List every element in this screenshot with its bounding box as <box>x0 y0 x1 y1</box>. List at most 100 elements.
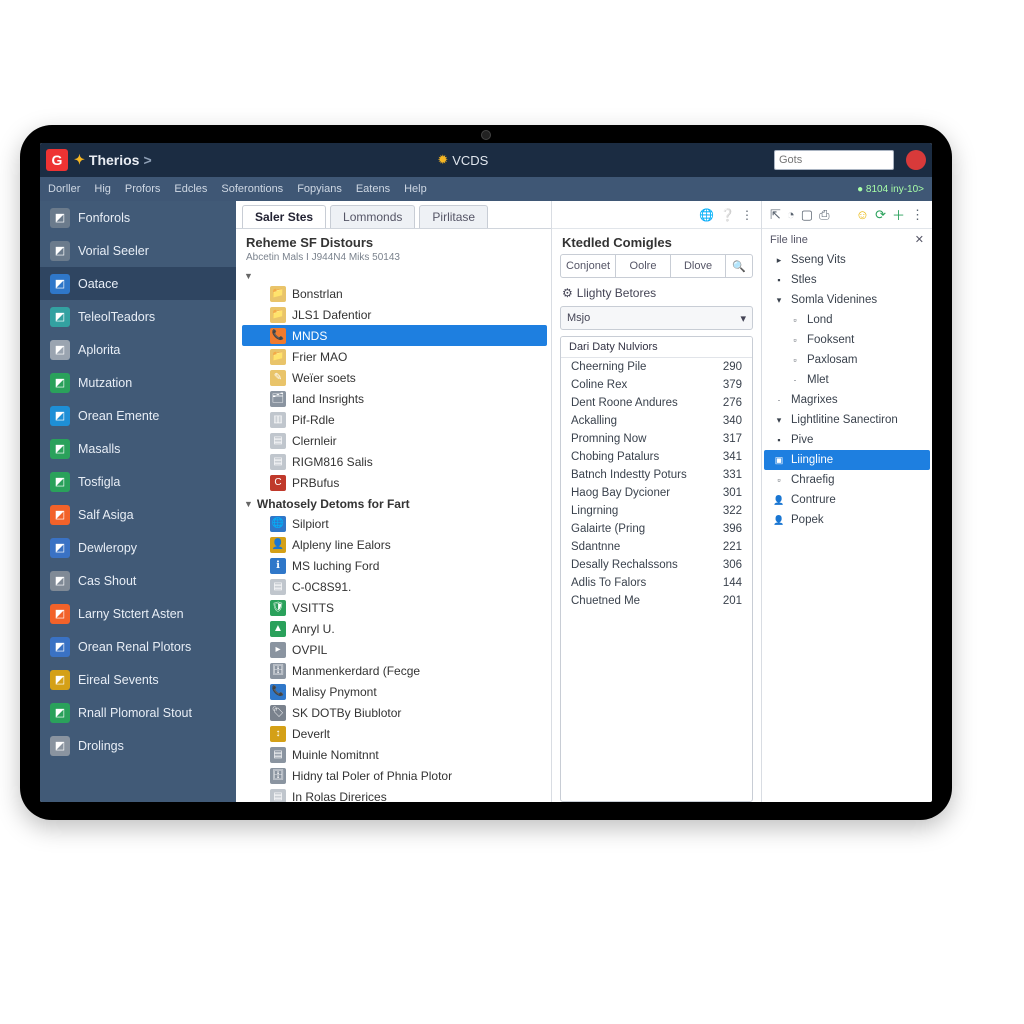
menu-dorller[interactable]: Dorller <box>48 183 80 195</box>
outline-item[interactable]: ▪Pive <box>764 430 930 450</box>
add-icon[interactable]: ＋ <box>892 205 905 224</box>
tree-item[interactable]: ℹMS luching Ford <box>242 555 547 576</box>
data-row[interactable]: Promning Now317 <box>561 430 752 448</box>
global-search-input[interactable] <box>774 150 894 170</box>
help-icon[interactable]: ❔ <box>720 208 735 222</box>
dropdown-select[interactable]: Msjo ▾ <box>560 306 753 330</box>
tree-item[interactable]: 🗂Iand Insrights <box>242 388 547 409</box>
menu-hig[interactable]: Hig <box>94 183 111 195</box>
tree-item[interactable]: 🌐Silpiort <box>242 513 547 534</box>
outline-item[interactable]: ▫Chraefig <box>764 470 930 490</box>
data-row[interactable]: Galairte (Pring396 <box>561 520 752 538</box>
tree-item[interactable]: ✎Weïer soets <box>242 367 547 388</box>
data-row[interactable]: Sdantnne221 <box>561 538 752 556</box>
outline-item[interactable]: ·Magrixes <box>764 390 930 410</box>
sidebar-item-masalls[interactable]: ◩Masalls <box>40 432 236 465</box>
tree-group-header[interactable]: ▼ <box>242 269 547 283</box>
sidebar-item-orean-emente[interactable]: ◩Orean Emente <box>40 399 236 432</box>
sidebar-item-dewleropy[interactable]: ◩Dewleropy <box>40 531 236 564</box>
sidebar-item-fonforols[interactable]: ◩Fonforols <box>40 201 236 234</box>
tree-item[interactable]: CPRBufus <box>242 472 547 493</box>
sidebar-item-oatace[interactable]: ◩Oatace <box>40 267 236 300</box>
sidebar-item-teleolteadors[interactable]: ◩TeleolTeadors <box>40 300 236 333</box>
sidebar-item-vorial-seeler[interactable]: ◩Vorial Seeler <box>40 234 236 267</box>
outline-list[interactable]: ▸Sseng Vits▪Stles▾Somla Videnines▫Lond▫F… <box>762 250 932 802</box>
tree-item[interactable]: ▸OVPIL <box>242 639 547 660</box>
tree-item[interactable]: ▤C-0C8S91. <box>242 576 547 597</box>
globe-icon[interactable]: 🌐 <box>699 208 714 222</box>
print-icon[interactable]: ⎙ <box>819 207 829 223</box>
data-row[interactable]: Chobing Patalurs341 <box>561 448 752 466</box>
tree-item[interactable]: ▤Muinle Nomitnnt <box>242 744 547 765</box>
tree-item[interactable]: 🏷SK DOTBy Biublotor <box>242 702 547 723</box>
tab-saler-stes[interactable]: Saler Stes <box>242 205 326 228</box>
clock-icon[interactable]: ◔ <box>787 207 795 222</box>
more-icon[interactable]: ⋮ <box>911 207 924 223</box>
outline-item[interactable]: ▫Lond <box>764 310 930 330</box>
close-icon[interactable]: ✕ <box>915 233 924 246</box>
tree-item[interactable]: ▲Anryl U. <box>242 618 547 639</box>
tree-group-header[interactable]: ▼ Whatosely Detoms for Fart <box>242 495 547 513</box>
outline-item[interactable]: ▫Paxlosam <box>764 350 930 370</box>
tree-view[interactable]: ▼ 📁Bonstrlan📁JLS1 Dafentior📞MNDS📁Frier M… <box>236 267 551 802</box>
menu-edcles[interactable]: Edcles <box>174 183 207 195</box>
tree-item[interactable]: ▤RIGM816 Salis <box>242 451 547 472</box>
data-row[interactable]: Chuetned Me201 <box>561 592 752 610</box>
sidebar-item-cas-shout[interactable]: ◩Cas Shout <box>40 564 236 597</box>
tab-lommonds[interactable]: Lommonds <box>330 205 415 228</box>
data-row[interactable]: Ackalling340 <box>561 412 752 430</box>
seg-dlove[interactable]: Dlove <box>671 255 726 277</box>
sidebar-item-larny-stctert-asten[interactable]: ◩Larny Stctert Asten <box>40 597 236 630</box>
tree-item[interactable]: 📁JLS1 Dafentior <box>242 304 547 325</box>
menu-fopyians[interactable]: Fopyians <box>297 183 342 195</box>
search-icon[interactable]: 🔍 <box>726 255 752 277</box>
data-row[interactable]: Batnch Indestty Poturs331 <box>561 466 752 484</box>
seg-conjonet[interactable]: Conjonet <box>561 255 616 277</box>
data-row[interactable]: Lingrning322 <box>561 502 752 520</box>
data-row[interactable]: Coline Rex379 <box>561 376 752 394</box>
tree-item[interactable]: 📞MNDS <box>242 325 547 346</box>
data-row[interactable]: Dent Roone Andures276 <box>561 394 752 412</box>
tree-item[interactable]: 📞Malisy Pnymont <box>242 681 547 702</box>
outline-item[interactable]: ▾Somla Videnines <box>764 290 930 310</box>
sidebar-item-salf-asiga[interactable]: ◩Salf Asiga <box>40 498 236 531</box>
sidebar-item-mutzation[interactable]: ◩Mutzation <box>40 366 236 399</box>
tab-pirlitase[interactable]: Pirlitase <box>419 205 488 228</box>
sidebar-item-drolings[interactable]: ◩Drolings <box>40 729 236 762</box>
tree-item[interactable]: 👤Alpleny line Ealors <box>242 534 547 555</box>
menu-eatens[interactable]: Eatens <box>356 183 390 195</box>
tree-item[interactable]: ▥Pif-Rdle <box>242 409 547 430</box>
outline-item[interactable]: 👤Popek <box>764 510 930 530</box>
outline-item[interactable]: ▪Stles <box>764 270 930 290</box>
tree-item[interactable]: 🗄Hidny tal Poler of Phnia Plotor <box>242 765 547 786</box>
box-icon[interactable]: ▢ <box>801 207 813 223</box>
menu-help[interactable]: Help <box>404 183 427 195</box>
face-icon[interactable]: ☺ <box>856 207 869 222</box>
sidebar-item-rnall-plomoral-stout[interactable]: ◩Rnall Plomoral Stout <box>40 696 236 729</box>
tree-item[interactable]: ↕Deverlt <box>242 723 547 744</box>
refresh-icon[interactable]: ⟳ <box>875 207 886 223</box>
tree-item[interactable]: ▤Clernleir <box>242 430 547 451</box>
tree-item[interactable]: 📁Bonstrlan <box>242 283 547 304</box>
sidebar-item-eireal-sevents[interactable]: ◩Eireal Sevents <box>40 663 236 696</box>
tree-item[interactable]: 🛡VSITTS <box>242 597 547 618</box>
sidebar-item-aplorita[interactable]: ◩Aplorita <box>40 333 236 366</box>
export-icon[interactable]: ⇱ <box>770 207 781 223</box>
menu-soferontions[interactable]: Soferontions <box>221 183 283 195</box>
filter-segment[interactable]: Conjonet Oolre Dlove 🔍 <box>560 254 753 278</box>
seg-oolre[interactable]: Oolre <box>616 255 671 277</box>
data-row[interactable]: Haog Bay Dycioner301 <box>561 484 752 502</box>
tree-item[interactable]: ▤In Rolas Direrices <box>242 786 547 802</box>
outline-item[interactable]: ▾Lightlitine Sanectiron <box>764 410 930 430</box>
menu-profors[interactable]: Profors <box>125 183 160 195</box>
data-row[interactable]: Cheerning Pile290 <box>561 358 752 376</box>
more-icon[interactable]: ⋮ <box>741 208 753 222</box>
tree-item[interactable]: 📁Frier MAO <box>242 346 547 367</box>
alert-indicator-icon[interactable] <box>906 150 926 170</box>
outline-item[interactable]: ▫Fooksent <box>764 330 930 350</box>
outline-item[interactable]: 👤Contrure <box>764 490 930 510</box>
tree-item[interactable]: 🗄Manmenkerdard (Fecge <box>242 660 547 681</box>
data-row[interactable]: Desally Rechalssons306 <box>561 556 752 574</box>
outline-item[interactable]: ·Mlet <box>764 370 930 390</box>
outline-item[interactable]: ▣Liingline <box>764 450 930 470</box>
